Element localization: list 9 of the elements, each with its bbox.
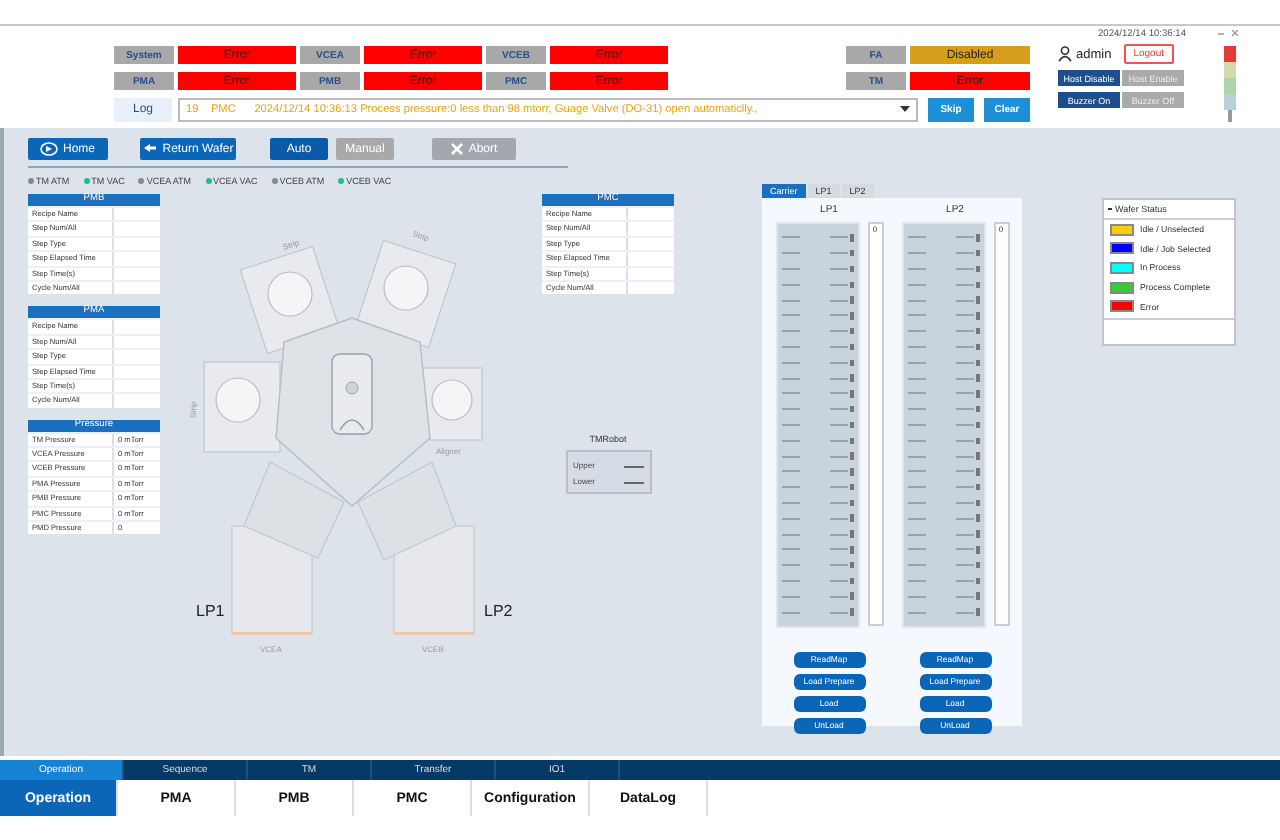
signal-tower-icon bbox=[1221, 42, 1237, 122]
arrow-icon bbox=[142, 142, 159, 156]
window-controls-icon[interactable] bbox=[1218, 30, 1240, 38]
play-icon bbox=[40, 142, 59, 156]
load-port-label: LP1 bbox=[196, 602, 225, 620]
dropdown-icon bbox=[900, 106, 910, 114]
user-icon bbox=[1058, 46, 1072, 62]
close-icon bbox=[450, 142, 465, 156]
load-port-label: LP2 bbox=[484, 602, 513, 620]
